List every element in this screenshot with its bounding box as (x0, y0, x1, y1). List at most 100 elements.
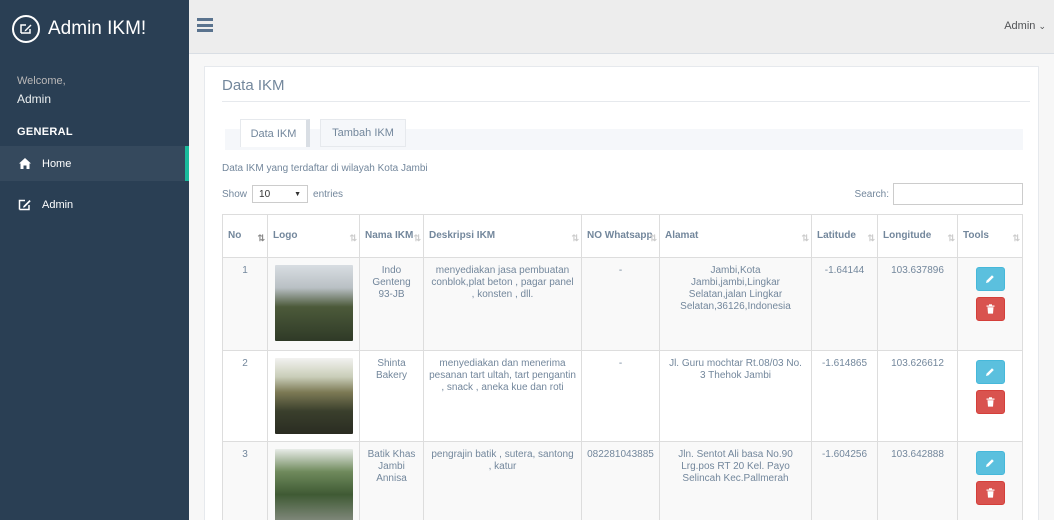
caret-down-icon: ▼ (294, 190, 302, 198)
user-menu-label: Admin (1004, 20, 1036, 32)
cell-tools (957, 257, 1023, 351)
table-row: 2 Shinta Bakery menyediakan dan menerima… (222, 350, 1023, 442)
column-header-logo[interactable]: Logo ⇅ (267, 214, 360, 258)
delete-button[interactable] (975, 297, 1005, 321)
sidebar-item-admin[interactable]: Admin (0, 187, 189, 222)
ikm-table: No ⇅ Logo ⇅ Nama IKM ⇅ Deskripsi IKM ⇅ NO Wh… (222, 214, 1023, 520)
cell-nama: Batik Khas Jambi Annisa (359, 441, 424, 520)
column-header-longitude[interactable]: Longitude ⇅ (877, 214, 958, 258)
cell-whatsapp: - (581, 257, 660, 351)
main-content: Data IKM Data IKM Tambah IKM Data IKM ya… (189, 54, 1054, 520)
trash-icon (986, 397, 994, 407)
entries-value: 10 (259, 188, 271, 200)
cell-no: 3 (222, 441, 268, 520)
column-header-whatsapp[interactable]: NO Whatsapp ⇅ (581, 214, 660, 258)
cell-nama: Indo Genteng 93-JB (359, 257, 424, 351)
cell-no: 1 (222, 257, 268, 351)
cell-whatsapp: - (581, 350, 660, 442)
search-label: Search: (854, 188, 889, 200)
cell-whatsapp: 082281043885 (581, 441, 660, 520)
tab-data-ikm[interactable]: Data IKM (240, 119, 310, 147)
delete-button[interactable] (975, 481, 1005, 505)
cell-deskripsi: menyediakan jasa pembuatan conblok,plat … (423, 257, 582, 351)
cell-deskripsi: menyediakan dan menerima pesanan tart ul… (423, 350, 582, 442)
column-header-no[interactable]: No ⇅ (222, 214, 268, 258)
sidebar-menu: Home Admin (0, 146, 189, 222)
search-control: Search: (855, 183, 1023, 205)
cell-logo (267, 350, 360, 442)
entries-label: entries (313, 188, 344, 200)
sidebar: Admin IKM! Welcome, Admin GENERAL Home A… (0, 0, 189, 520)
menu-section-title: GENERAL (17, 126, 73, 138)
cell-logo (267, 441, 360, 520)
column-header-nama[interactable]: Nama IKM ⇅ (359, 214, 424, 258)
edit-icon (18, 198, 32, 212)
show-label: Show (222, 188, 248, 200)
cell-longitude: 103.626612 (877, 350, 958, 442)
cell-alamat: Jln. Sentot Ali basa No.90 Lrg.pos RT 20… (659, 441, 812, 520)
tab-tambah-ikm[interactable]: Tambah IKM (320, 119, 406, 147)
entries-control: Show 10 ▼ entries (222, 185, 343, 203)
content-panel: Data IKM Data IKM Tambah IKM Data IKM ya… (204, 66, 1039, 520)
column-header-tools[interactable]: Tools ⇅ (957, 214, 1023, 258)
sort-icon: ⇅ (349, 233, 356, 243)
cell-longitude: 103.637896 (877, 257, 958, 351)
hamburger-icon[interactable] (197, 18, 213, 32)
cell-tools (957, 441, 1023, 520)
cell-deskripsi: pengrajin batik , sutera, santong , katu… (423, 441, 582, 520)
cell-nama: Shinta Bakery (359, 350, 424, 442)
ikm-logo-image (274, 265, 353, 341)
sort-asc-icon: ⇅ (257, 233, 264, 243)
sort-icon: ⇅ (571, 233, 578, 243)
search-input[interactable] (893, 183, 1023, 205)
table-row: 1 Indo Genteng 93-JB menyediakan jasa pe… (222, 257, 1023, 351)
ikm-logo-image (274, 449, 353, 520)
column-header-latitude[interactable]: Latitude ⇅ (811, 214, 878, 258)
column-header-alamat[interactable]: Alamat ⇅ (659, 214, 812, 258)
edit-button[interactable] (975, 451, 1005, 475)
cell-tools (957, 350, 1023, 442)
table-caption: Data IKM yang terdaftar di wilayah Kota … (222, 163, 428, 174)
top-nav: Admin ⌄ (189, 0, 1054, 54)
cell-logo (267, 257, 360, 351)
ikm-logo-image (274, 358, 353, 434)
sort-icon: ⇅ (801, 233, 808, 243)
cell-latitude: -1.64144 (811, 257, 878, 351)
sidebar-item-label: Admin (42, 198, 74, 211)
title-divider (222, 101, 1030, 102)
pencil-icon (986, 275, 994, 283)
edit-button[interactable] (975, 360, 1005, 384)
delete-button[interactable] (975, 390, 1005, 414)
cell-no: 2 (222, 350, 268, 442)
sort-icon: ⇅ (413, 233, 420, 243)
cell-latitude: -1.614865 (811, 350, 878, 442)
sort-icon: ⇅ (947, 233, 954, 243)
cell-alamat: Jambi,Kota Jambi,jambi,Lingkar Selatan,j… (659, 257, 812, 351)
page-title: Data IKM (222, 77, 285, 94)
cell-alamat: Jl. Guru mochtar Rt.08/03 No. 3 Thehok J… (659, 350, 812, 442)
column-header-deskripsi[interactable]: Deskripsi IKM ⇅ (423, 214, 582, 258)
user-menu[interactable]: Admin ⌄ (1004, 20, 1046, 32)
profile-info: Welcome, Admin (0, 57, 189, 106)
sort-icon: ⇅ (867, 233, 874, 243)
pencil-icon (986, 459, 994, 467)
table-header-row: No ⇅ Logo ⇅ Nama IKM ⇅ Deskripsi IKM ⇅ NO Wh… (222, 214, 1023, 258)
sort-icon: ⇅ (1012, 233, 1019, 243)
sidebar-item-label: Home (42, 157, 72, 170)
table-row: 3 Batik Khas Jambi Annisa pengrajin bati… (222, 441, 1023, 520)
home-icon (18, 157, 32, 171)
chevron-down-icon: ⌄ (1038, 21, 1046, 31)
cell-latitude: -1.604256 (811, 441, 878, 520)
entries-select[interactable]: 10 ▼ (252, 185, 309, 203)
edit-button[interactable] (975, 267, 1005, 291)
profile-name: Admin (17, 92, 52, 106)
brand[interactable]: Admin IKM! (0, 0, 189, 57)
brand-title: Admin IKM! (48, 17, 147, 39)
trash-icon (986, 304, 994, 314)
sort-icon: ⇅ (649, 233, 656, 243)
sidebar-item-home[interactable]: Home (0, 146, 189, 181)
edit-icon (12, 14, 40, 43)
welcome-label: Welcome, (17, 75, 66, 87)
trash-icon (986, 488, 994, 498)
cell-longitude: 103.642888 (877, 441, 958, 520)
